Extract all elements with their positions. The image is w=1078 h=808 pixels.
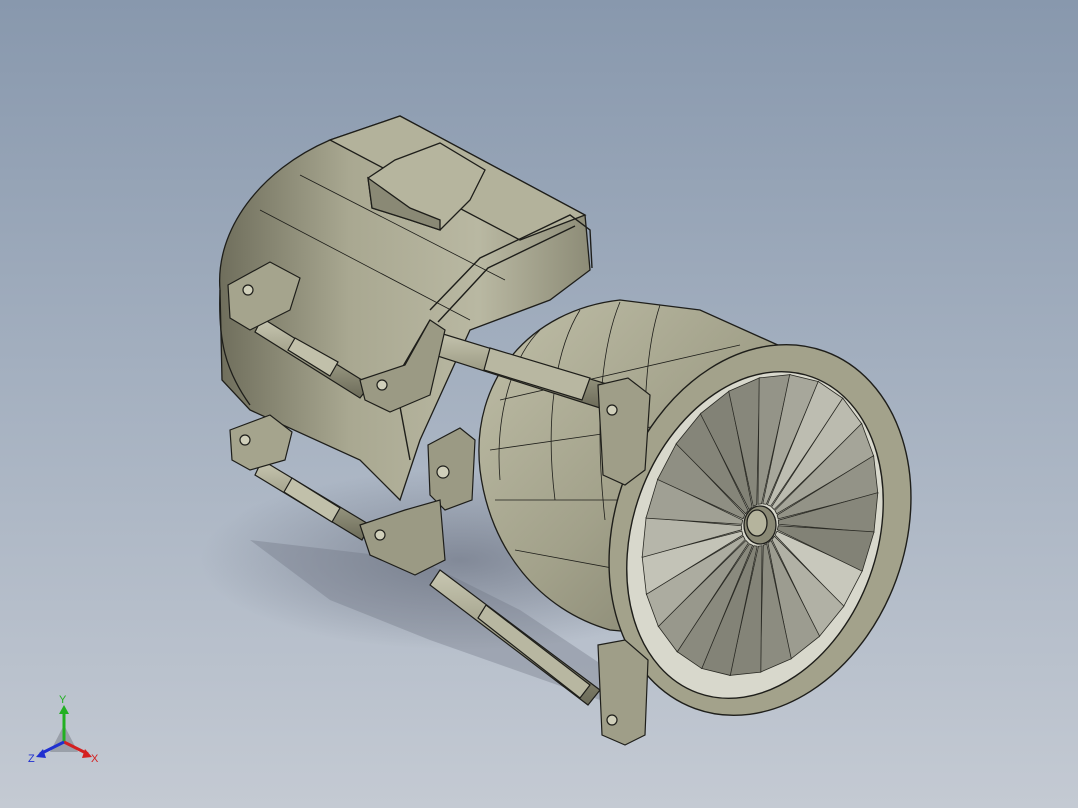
mount-bracket-center[interactable] — [427, 427, 476, 511]
triad-y-label: Y — [59, 694, 67, 706]
3d-model-view[interactable] — [0, 0, 1078, 808]
triad-z-label: Z — [28, 753, 35, 765]
spinner-hub[interactable] — [743, 505, 777, 545]
axis-triad-icon: Y X Z — [28, 694, 99, 765]
coordinate-triad: Y X Z — [22, 690, 112, 780]
mount-bracket-front-lower[interactable] — [597, 639, 649, 746]
triad-x-label: X — [91, 753, 99, 765]
mount-bracket-front-upper[interactable] — [597, 377, 651, 486]
graphics-viewport[interactable]: Y X Z — [0, 0, 1078, 808]
